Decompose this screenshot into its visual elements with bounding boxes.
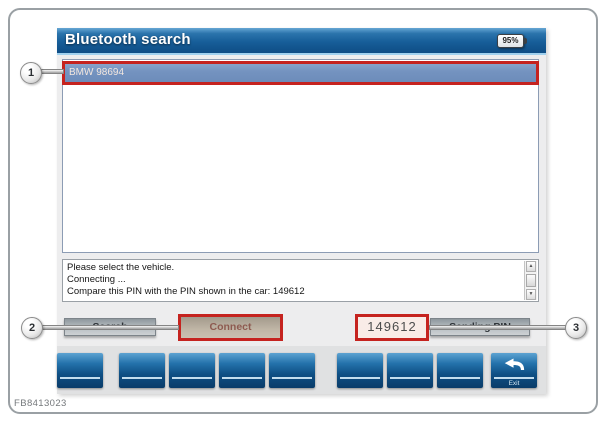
function-key-3[interactable] xyxy=(169,353,215,388)
message-line: Connecting ... xyxy=(67,274,521,286)
scroll-down-button[interactable]: ▼ xyxy=(526,289,536,300)
callout-line xyxy=(41,69,64,74)
function-key-2[interactable] xyxy=(119,353,165,388)
callout-line xyxy=(42,325,179,330)
message-line: Please select the vehicle. xyxy=(67,262,521,274)
figure: FB8413023 Bluetooth search 95% BMW 98694… xyxy=(0,0,608,427)
page-title: Bluetooth search xyxy=(65,31,191,48)
function-key-4[interactable] xyxy=(219,353,265,388)
message-line: Compare this PIN with the PIN shown in t… xyxy=(67,286,521,298)
function-key-exit[interactable]: Exit xyxy=(491,353,537,388)
callout-1: 1 xyxy=(20,62,42,84)
device-list-item[interactable]: BMW 98694 xyxy=(65,64,536,82)
pin-display: 149612 xyxy=(358,317,426,337)
callout-highlight-connect: Connect xyxy=(178,314,283,341)
battery-icon: 95% xyxy=(497,34,524,48)
message-lines: Please select the vehicle. Connecting ..… xyxy=(67,262,521,298)
device-list xyxy=(62,59,539,253)
function-key-6[interactable] xyxy=(337,353,383,388)
callout-2: 2 xyxy=(21,317,43,339)
callout-line xyxy=(429,325,566,330)
battery-nub xyxy=(524,38,527,44)
figure-code: FB8413023 xyxy=(14,398,67,409)
function-key-7[interactable] xyxy=(387,353,433,388)
connect-button[interactable]: Connect xyxy=(181,317,280,338)
scroll-up-button[interactable]: ▲ xyxy=(526,261,536,272)
scrollbar-thumb[interactable] xyxy=(526,274,536,287)
function-key-8[interactable] xyxy=(437,353,483,388)
function-key-1[interactable] xyxy=(57,353,103,388)
callout-highlight-pin: 149612 xyxy=(355,314,429,341)
callout-highlight-device: BMW 98694 xyxy=(62,61,539,85)
function-key-bar: Exit xyxy=(57,346,546,394)
diagnostic-app-window: Bluetooth search 95% BMW 98694 Please se… xyxy=(57,28,546,394)
scrollbar[interactable]: ▲ ▼ xyxy=(524,261,537,300)
callout-3: 3 xyxy=(565,317,587,339)
exit-arrow-icon xyxy=(502,358,526,371)
exit-key-label: Exit xyxy=(491,380,537,387)
title-bar: Bluetooth search 95% xyxy=(57,28,546,55)
battery-level: 95% xyxy=(498,35,523,47)
message-log: Please select the vehicle. Connecting ..… xyxy=(62,259,539,302)
function-key-5[interactable] xyxy=(269,353,315,388)
